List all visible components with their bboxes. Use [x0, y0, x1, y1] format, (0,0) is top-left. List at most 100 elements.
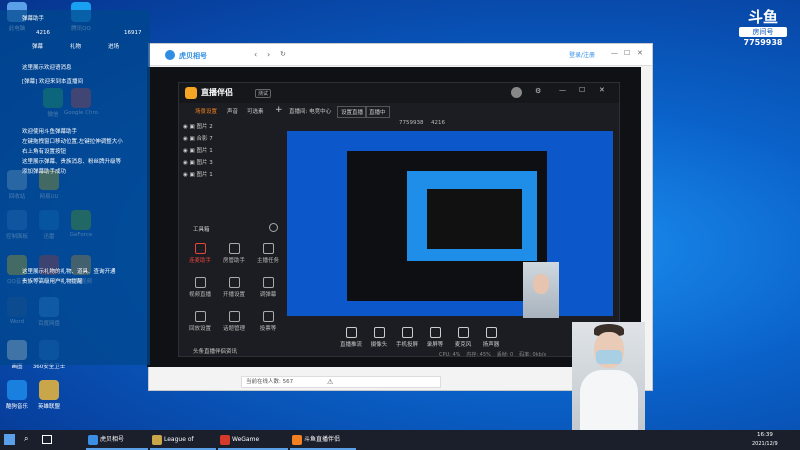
- set-live-button[interactable]: 设置直播: [337, 106, 368, 118]
- live-status-button[interactable]: 直播中: [365, 106, 390, 118]
- scene-item[interactable]: ◉ ▣ 图片 3: [183, 157, 213, 169]
- taskbar-app-icon: [220, 435, 230, 445]
- desktop-icon-label: 英雄联盟: [37, 404, 60, 410]
- tool-button[interactable]: 开播设置: [219, 277, 249, 298]
- tool-label: 连麦助手: [188, 258, 211, 264]
- scene-item[interactable]: ◉ ▣ 图片 2: [183, 121, 213, 133]
- app-icon: [7, 380, 27, 400]
- scene-item[interactable]: ◉ ▣ 合影 7: [183, 133, 213, 145]
- bottom-tool-icon: [485, 327, 497, 338]
- taskbar-app[interactable]: 虎贝相号: [86, 430, 148, 450]
- start-icon[interactable]: [4, 434, 15, 445]
- tool-button[interactable]: 调弹幕: [253, 277, 283, 298]
- status-item: 内存: 45%: [466, 352, 491, 358]
- tool-label: 话题管理: [222, 326, 245, 332]
- tool-button[interactable]: 视频直播: [185, 277, 215, 298]
- tab-sound[interactable]: 声音: [227, 107, 238, 115]
- companion-close-icon[interactable]: ✕: [599, 86, 605, 94]
- taskbar-app[interactable]: 斗鱼直播伴侣: [290, 430, 356, 450]
- taskbar-app[interactable]: WeGame: [218, 430, 288, 450]
- danmu-overlay: 弹幕助手 4216 16917 弹幕 礼物 进场 这里展示欢迎语消息 [弹幕] 欢…: [0, 10, 150, 365]
- desktop-icon[interactable]: 酷狗音乐: [0, 380, 34, 410]
- taskbar-app-label: WeGame: [232, 436, 260, 443]
- tool-icon: [194, 311, 206, 322]
- companion-min-icon[interactable]: —: [559, 86, 566, 94]
- tool-button[interactable]: 房管助手: [219, 243, 249, 264]
- bottom-tool-button[interactable]: 扬声器: [474, 327, 508, 348]
- chat-line: 这里展示礼物的礼物、道具、查询开通: [22, 269, 116, 275]
- taskbar-app[interactable]: League of Legends: [150, 430, 216, 450]
- tool-label: 回放设置: [188, 326, 211, 332]
- app-icon: [39, 380, 59, 400]
- scene-list: ◉ ▣ 图片 2 ◉ ▣ 合影 7 ◉ ▣ 图片 1 ◉ ▣ 图片 3 ◉ ▣ 图片 1: [179, 121, 281, 181]
- max-icon[interactable]: ☐: [624, 49, 630, 57]
- room-id: 7759938: [399, 120, 424, 126]
- taskview-icon[interactable]: [42, 435, 52, 444]
- status-item: CPU: 4%: [439, 352, 461, 358]
- tool-icon: [228, 311, 240, 322]
- bottom-tool-icon: [429, 327, 441, 338]
- companion-logo-icon: [185, 87, 197, 99]
- visibility-icon[interactable]: ◉ ▣: [183, 160, 197, 166]
- chat-tab-danmu[interactable]: 弹幕: [32, 42, 43, 50]
- companion-titlebar: 直播伴侣 测试 ⚙ — ☐ ✕: [179, 83, 619, 103]
- chat-line: 右上角有设置按钮: [22, 149, 67, 155]
- bottom-info: 头条直播伴侣资讯: [193, 349, 238, 355]
- tool-button[interactable]: 投票等: [253, 311, 283, 332]
- bell-icon[interactable]: ⚠: [327, 378, 333, 386]
- toolbox-more-icon[interactable]: [269, 223, 278, 232]
- tool-icon: [194, 277, 206, 288]
- visibility-icon[interactable]: ◉ ▣: [183, 124, 197, 130]
- tab-scene[interactable]: 场景设置: [195, 107, 217, 115]
- companion-settings-icon[interactable]: ⚙: [535, 87, 541, 95]
- scene-item[interactable]: ◉ ▣ 图片 1: [183, 145, 213, 157]
- status-item: 丢帧: 0: [496, 352, 514, 358]
- tool-button[interactable]: 回放设置: [185, 311, 215, 332]
- chat-tab-gift[interactable]: 礼物: [70, 42, 81, 50]
- scene-label: 图片 3: [196, 160, 213, 166]
- scene-label: 图片 1: [196, 172, 213, 178]
- tool-icon: [262, 243, 274, 254]
- back-icon[interactable]: ‹: [254, 50, 257, 59]
- add-scene-button[interactable]: +: [275, 105, 283, 115]
- visibility-icon[interactable]: ◉ ▣: [183, 148, 197, 154]
- companion-avatar[interactable]: [511, 87, 522, 98]
- scene-label: 合影 7: [196, 136, 213, 142]
- webcam-main-mask: [596, 350, 622, 364]
- close-icon[interactable]: ✕: [637, 49, 643, 57]
- webcam-small-face: [533, 274, 549, 294]
- search-icon[interactable]: ⌕: [24, 434, 28, 444]
- scene-item[interactable]: ◉ ▣ 图片 1: [183, 169, 213, 181]
- tool-button[interactable]: 话题管理: [219, 311, 249, 332]
- status-item: 码率: 0kb/s: [519, 352, 547, 358]
- scene-label: 图片 1: [196, 148, 213, 154]
- desktop-icon-label: 酷狗音乐: [5, 404, 28, 410]
- visibility-icon[interactable]: ◉ ▣: [183, 136, 197, 142]
- tool-label: 开播设置: [222, 292, 245, 298]
- companion-title: 直播伴侣: [201, 88, 233, 97]
- room-label: 房间号: [739, 27, 787, 37]
- refresh-icon[interactable]: ↻: [280, 50, 286, 58]
- taskbar-app-icon: [88, 435, 98, 445]
- tool-button[interactable]: 连麦助手: [185, 243, 215, 264]
- visibility-icon[interactable]: ◉ ▣: [183, 172, 197, 178]
- tool-label: 主播任务: [256, 258, 279, 264]
- tool-label: 调弹幕: [259, 292, 277, 298]
- tool-icon: [262, 311, 274, 322]
- tab-material[interactable]: 可选素: [247, 107, 264, 115]
- online-count: 当前在线人数: 567: [241, 376, 441, 388]
- companion-badge: 测试: [255, 89, 272, 98]
- online-count-text: 当前在线人数: 567: [246, 379, 294, 385]
- chat-tab-enter[interactable]: 进场: [108, 42, 119, 50]
- tool-icon: [228, 243, 240, 254]
- taskbar-app-label: 虎贝相号: [100, 436, 125, 443]
- taskbar-app-label: League of Legends: [164, 436, 194, 443]
- chat-line: 贵族等高级用户礼物提醒: [22, 279, 83, 285]
- min-icon[interactable]: —: [611, 49, 618, 57]
- companion-max-icon[interactable]: ☐: [579, 86, 585, 94]
- tool-button[interactable]: 主播任务: [253, 243, 283, 264]
- desktop-icon[interactable]: 英雄联盟: [32, 380, 66, 410]
- scene-label: 图片 2: [196, 124, 213, 130]
- login-button[interactable]: 登录/注册: [569, 50, 595, 59]
- forward-icon[interactable]: ›: [267, 50, 270, 59]
